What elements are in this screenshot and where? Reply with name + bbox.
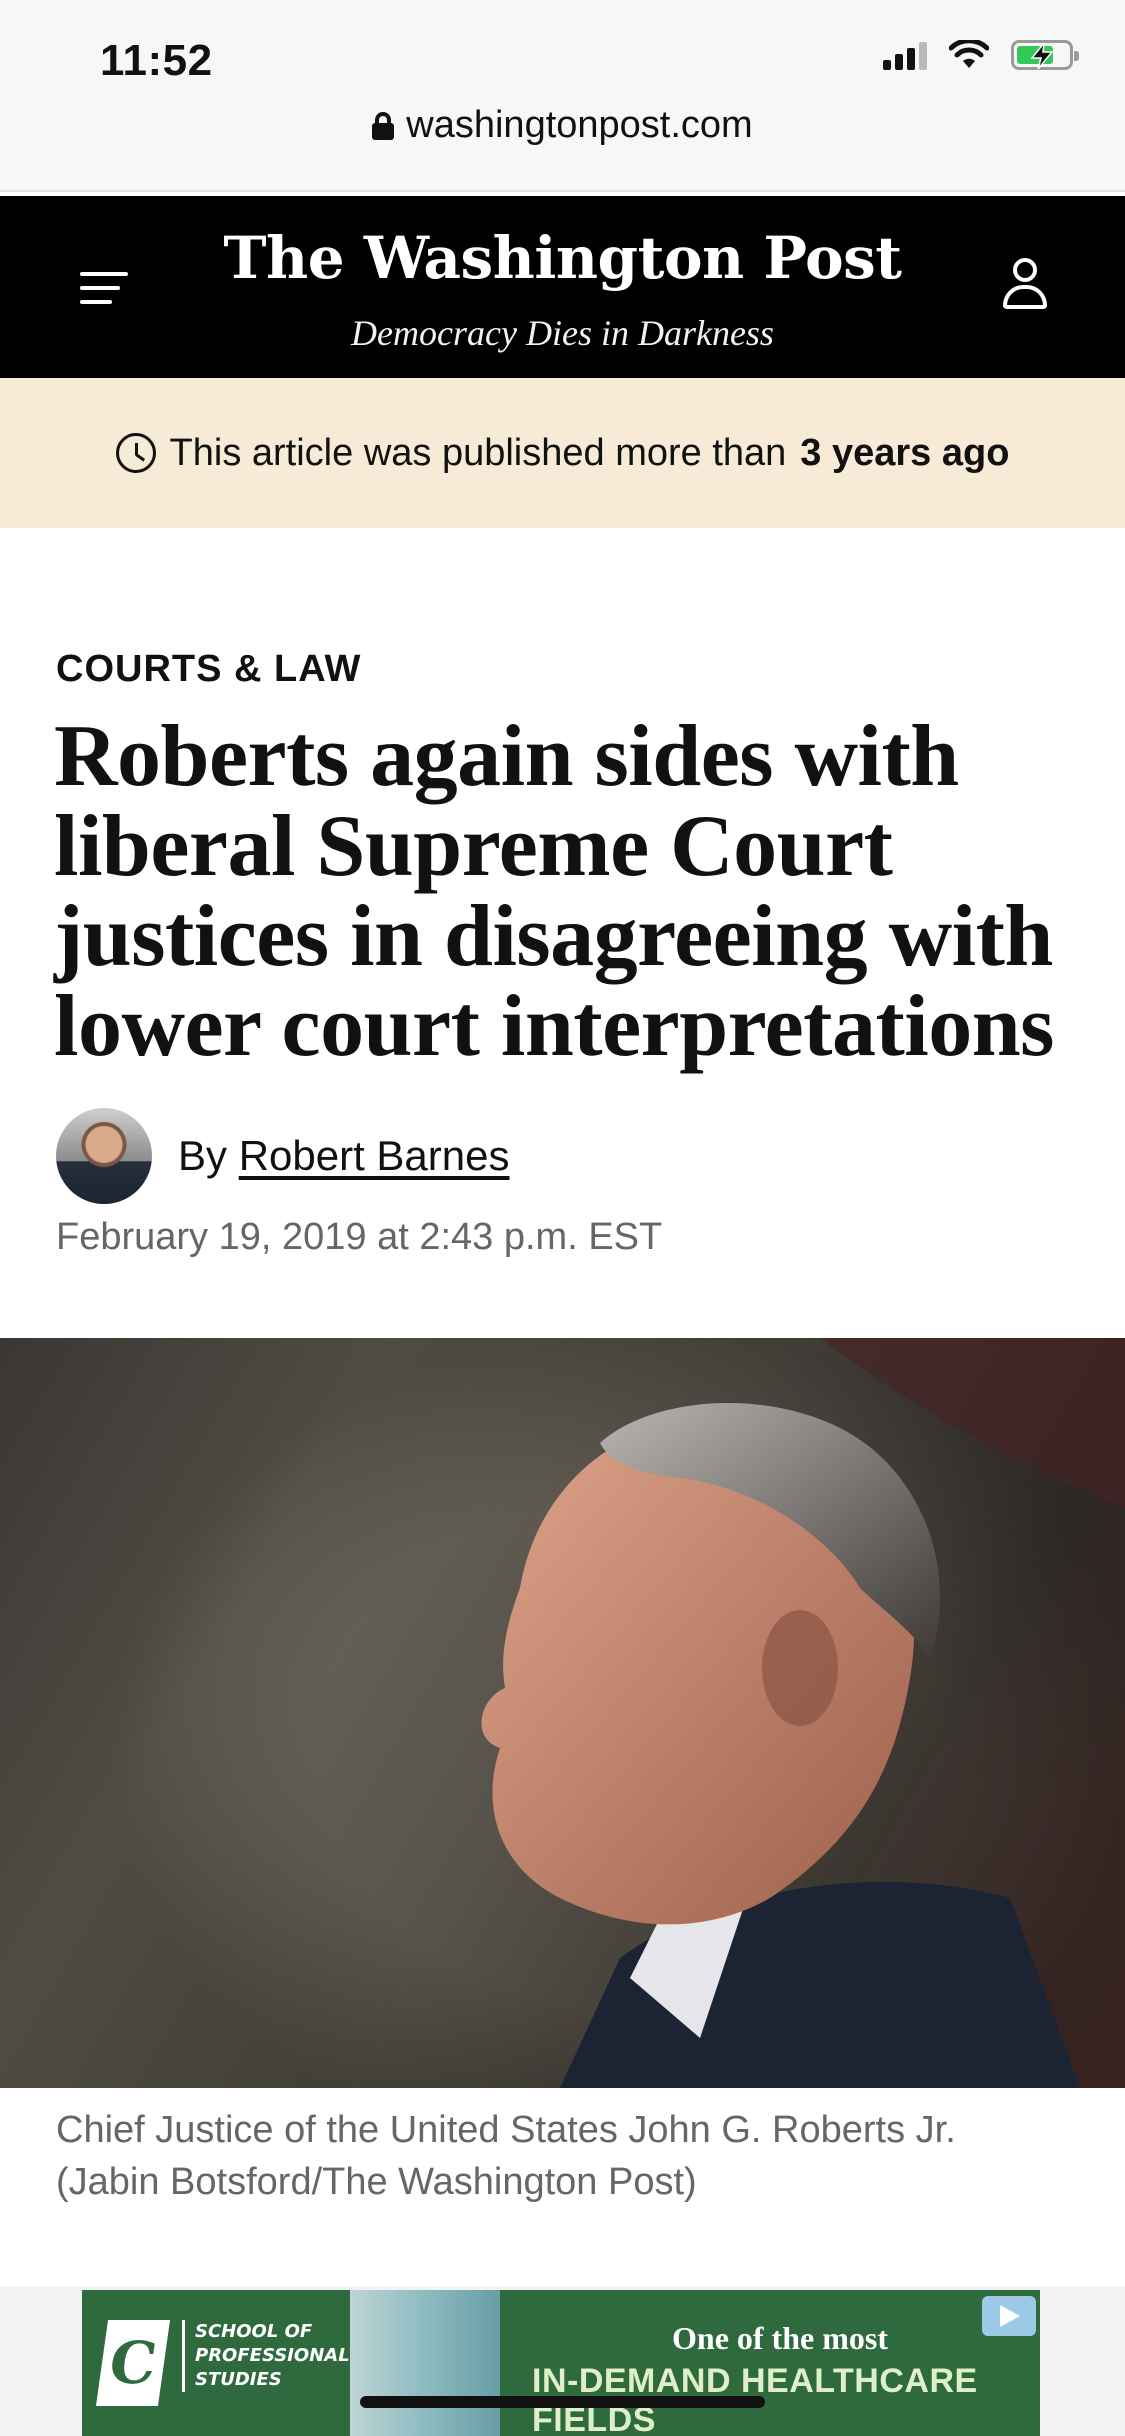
ad-photo bbox=[350, 2290, 500, 2436]
byline-prefix: By bbox=[178, 1132, 228, 1179]
publish-date: February 19, 2019 at 2:43 p.m. EST bbox=[56, 1216, 663, 1258]
school-logo-icon: C bbox=[95, 2320, 171, 2406]
notice-text: This article was published more than bbox=[169, 431, 787, 474]
lead-photo bbox=[0, 1338, 1125, 2088]
account-icon[interactable] bbox=[1003, 258, 1047, 310]
site-header: The Washington Post Democracy Dies in Da… bbox=[0, 196, 1125, 378]
section-kicker[interactable]: COURTS & LAW bbox=[56, 648, 361, 691]
battery-charging-icon bbox=[1011, 40, 1079, 70]
byline: By Robert Barnes bbox=[56, 1108, 510, 1204]
ad-headline: One of the most bbox=[672, 2320, 888, 2356]
home-indicator[interactable] bbox=[360, 2396, 765, 2408]
wifi-icon bbox=[949, 40, 989, 68]
lock-icon bbox=[372, 111, 395, 140]
archive-notice: This article was published more than 3 y… bbox=[0, 378, 1125, 528]
status-icons bbox=[883, 40, 1079, 70]
adchoices-icon[interactable] bbox=[982, 2296, 1036, 2336]
site-tagline: Democracy Dies in Darkness bbox=[351, 313, 774, 353]
clock-icon bbox=[115, 433, 156, 473]
ad-school-name: SCHOOL OF PROFESSIONAL STUDIES bbox=[182, 2320, 350, 2392]
author-avatar[interactable] bbox=[56, 1108, 152, 1204]
browser-chrome: 11:52 washingtonpost.com bbox=[0, 0, 1125, 192]
address-bar[interactable]: washingtonpost.com bbox=[0, 104, 1125, 147]
author-link[interactable]: Robert Barnes bbox=[239, 1132, 510, 1179]
article-headline: Roberts again sides with liberal Supreme… bbox=[54, 708, 1054, 1075]
status-time: 11:52 bbox=[100, 36, 213, 85]
site-logo[interactable]: The Washington Post bbox=[0, 224, 1125, 292]
cellular-signal-icon bbox=[883, 40, 927, 70]
notice-emphasis: 3 years ago bbox=[800, 431, 1010, 474]
photo-caption: Chief Justice of the United States John … bbox=[56, 2109, 956, 2203]
url-text: washingtonpost.com bbox=[406, 104, 753, 146]
advertisement-banner[interactable]: C SCHOOL OF PROFESSIONAL STUDIES One of … bbox=[82, 2290, 1040, 2436]
